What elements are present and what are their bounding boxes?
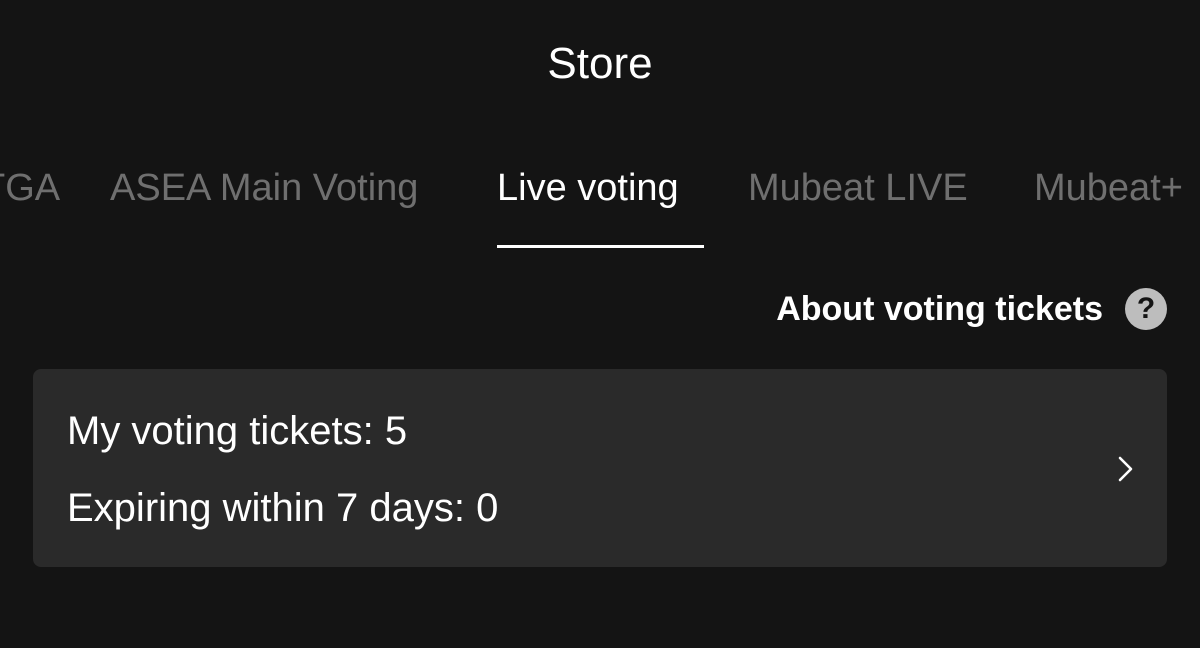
voting-tickets-card[interactable]: My voting tickets: 5 Expiring within 7 d… — [33, 369, 1167, 567]
my-voting-tickets-count: My voting tickets: 5 — [67, 409, 408, 453]
chevron-right-icon — [1118, 456, 1133, 482]
tab-mubeat-plus[interactable]: Mubeat+ — [1034, 166, 1183, 210]
tab-live-voting[interactable]: Live voting — [497, 166, 679, 210]
category-tabs: TGA ASEA Main Voting Live voting Mubeat … — [0, 140, 1200, 252]
page-title: Store — [547, 39, 653, 88]
about-voting-tickets-link[interactable]: About voting tickets ? — [776, 286, 1167, 332]
question-circle-icon[interactable]: ? — [1125, 288, 1167, 330]
active-tab-indicator — [497, 245, 704, 248]
tab-asea-main-voting[interactable]: ASEA Main Voting — [110, 166, 418, 210]
about-voting-tickets-label: About voting tickets — [776, 289, 1103, 328]
expiring-tickets-count: Expiring within 7 days: 0 — [67, 486, 499, 530]
tab-tga[interactable]: TGA — [0, 166, 60, 210]
tab-mubeat-live[interactable]: Mubeat LIVE — [748, 166, 968, 210]
